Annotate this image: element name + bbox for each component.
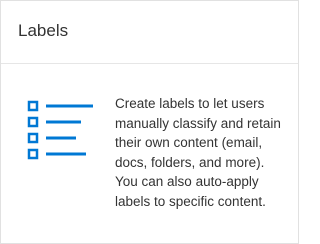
labels-card: Labels Create labels to let users manual…	[0, 0, 299, 244]
card-body: Create labels to let users manually clas…	[1, 64, 298, 244]
list-icon	[27, 100, 93, 160]
card-title: Labels	[18, 21, 69, 40]
card-description: Create labels to let users manually clas…	[115, 96, 281, 209]
card-header: Labels	[1, 1, 298, 64]
